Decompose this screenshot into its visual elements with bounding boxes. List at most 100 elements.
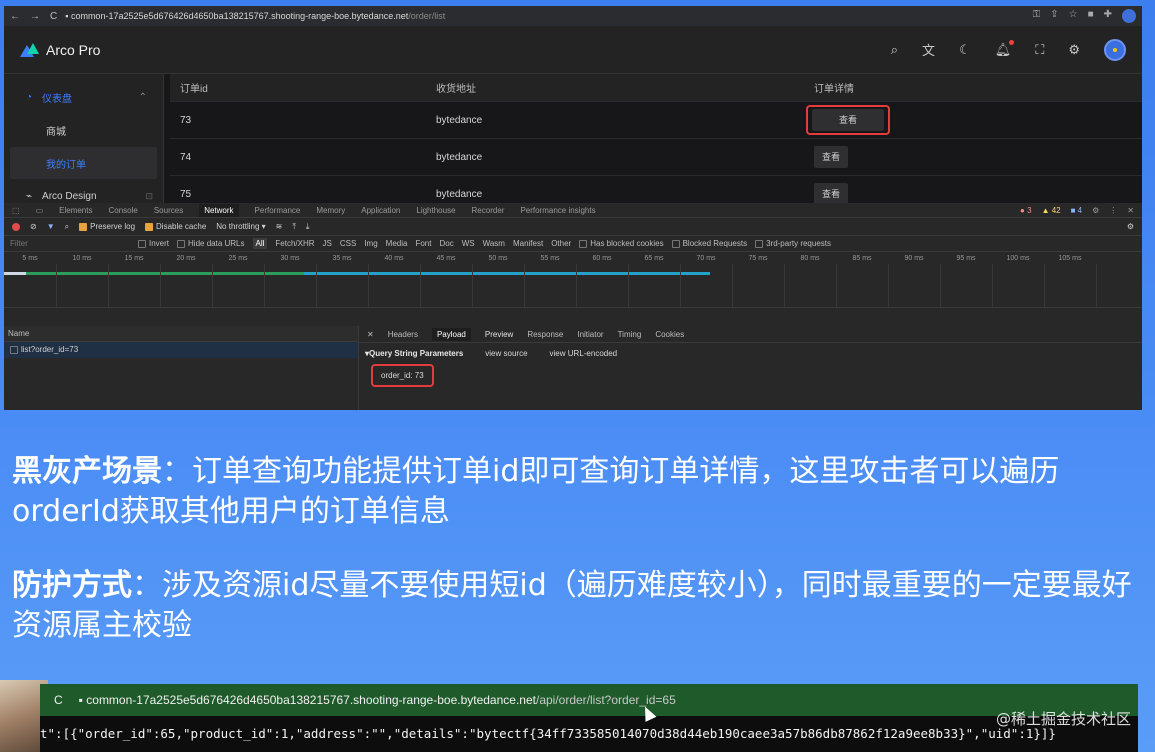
filter-media[interactable]: Media xyxy=(386,239,408,248)
view-button[interactable]: 查看 xyxy=(814,146,848,168)
sidebar-item-my-orders[interactable]: 我的订单 xyxy=(10,147,157,179)
key-icon[interactable]: ⚿ xyxy=(1033,9,1041,23)
disable-cache-checkbox[interactable]: Disable cache xyxy=(145,222,206,231)
view-button[interactable]: 查看 xyxy=(812,109,884,131)
col-details: 订单详情 xyxy=(814,84,854,95)
blocked-requests-checkbox[interactable]: Blocked Requests xyxy=(671,239,747,248)
download-icon[interactable]: ⤓ xyxy=(306,222,310,232)
details-cell: 查看 xyxy=(806,105,1142,135)
more-icon[interactable]: ⋮ xyxy=(1109,206,1117,215)
timeline-gridline xyxy=(940,264,941,307)
device-icon[interactable]: ▭ xyxy=(36,206,44,215)
tab-preview[interactable]: Preview xyxy=(485,330,513,339)
filter-ws[interactable]: WS xyxy=(462,239,475,248)
inspect-icon[interactable]: ⬚ xyxy=(12,206,20,215)
reload-icon[interactable]: C xyxy=(54,693,63,707)
tab-network[interactable]: Network xyxy=(199,203,239,217)
close-icon[interactable]: ✕ xyxy=(367,330,374,339)
filter-doc[interactable]: Doc xyxy=(439,239,453,248)
extension-icons: ⚿ ⇪ ☆ ■ ✚ xyxy=(1033,9,1136,23)
tab-memory[interactable]: Memory xyxy=(316,206,345,215)
network-toolbar: ⊘ ▼ ⌕ Preserve log Disable cache No thro… xyxy=(4,218,1142,236)
hide-data-urls-checkbox[interactable]: Hide data URLs xyxy=(177,239,245,248)
request-row[interactable]: list?order_id=73 xyxy=(4,342,358,358)
warning-count[interactable]: ▲ 42 xyxy=(1042,206,1061,215)
language-icon[interactable]: 文 xyxy=(922,40,935,59)
preserve-log-checkbox[interactable]: Preserve log xyxy=(79,222,135,231)
table-row: 73 bytedance 查看 xyxy=(170,102,1142,139)
blocked-cookies-checkbox[interactable]: Has blocked cookies xyxy=(579,239,664,248)
search-icon[interactable]: ⌕ xyxy=(891,42,898,58)
gear-icon[interactable]: ⚙ xyxy=(1127,222,1134,231)
view-button[interactable]: 查看 xyxy=(814,183,848,205)
puzzle-icon[interactable]: ✚ xyxy=(1104,9,1112,23)
tab-payload[interactable]: Payload xyxy=(431,327,471,341)
info-count[interactable]: ■ 4 xyxy=(1071,206,1083,215)
search-icon[interactable]: ⌕ xyxy=(65,222,69,232)
avatar[interactable] xyxy=(1104,38,1126,61)
name-column-header[interactable]: Name xyxy=(4,326,358,342)
error-count[interactable]: ● 3 xyxy=(1020,206,1032,215)
filter-manifest[interactable]: Manifest xyxy=(513,239,543,248)
tab-headers[interactable]: Headers xyxy=(388,330,418,339)
tab-sources[interactable]: Sources xyxy=(154,206,183,215)
gear-icon[interactable]: ⚙ xyxy=(1068,42,1080,58)
warning-count-value: 42 xyxy=(1051,205,1061,215)
network-timeline[interactable]: 5 ms 10 ms 15 ms 20 ms 25 ms 30 ms 35 ms 40 ms 4… xyxy=(4,252,1142,308)
reload-icon[interactable]: C xyxy=(50,11,57,22)
tab-elements[interactable]: Elements xyxy=(59,206,92,215)
invert-checkbox[interactable]: Invert xyxy=(138,239,169,248)
filter-js[interactable]: JS xyxy=(323,239,332,248)
third-party-checkbox[interactable]: 3rd-party requests xyxy=(755,239,831,248)
extension-icon[interactable]: ■ xyxy=(1088,9,1094,23)
filter-fetch-xhr[interactable]: Fetch/XHR xyxy=(275,239,314,248)
tab-console[interactable]: Console xyxy=(108,206,137,215)
filter-input[interactable]: Filter xyxy=(10,239,130,248)
view-url-encoded-link[interactable]: view URL-encoded xyxy=(550,349,618,358)
star-icon[interactable]: ☆ xyxy=(1069,9,1078,23)
protection-text: ：涉及资源id尽量不要使用短id（遍历难度较小），同时最重要的一定要最好资源属主… xyxy=(12,568,1132,643)
filter-font[interactable]: Font xyxy=(415,239,431,248)
filter-wasm[interactable]: Wasm xyxy=(483,239,505,248)
filter-img[interactable]: Img xyxy=(364,239,377,248)
filter-other[interactable]: Other xyxy=(551,239,571,248)
filter-icon[interactable]: ▼ xyxy=(47,222,55,231)
timeline-tick: 80 ms xyxy=(800,254,820,262)
timeline-gridline xyxy=(628,264,629,307)
filter-css[interactable]: CSS xyxy=(340,239,356,248)
gear-icon[interactable]: ⚙ xyxy=(1092,206,1099,215)
wifi-icon[interactable]: ≋ xyxy=(276,222,283,231)
tab-cookies[interactable]: Cookies xyxy=(655,330,684,339)
forward-icon[interactable]: → xyxy=(30,11,40,22)
view-source-link[interactable]: view source xyxy=(485,349,527,358)
back-icon[interactable]: ← xyxy=(10,11,20,22)
col-order-id: 订单id xyxy=(180,84,208,95)
tab-timing[interactable]: Timing xyxy=(618,330,642,339)
tab-response[interactable]: Response xyxy=(527,330,563,339)
qsp-title[interactable]: ▾Query String Parameters xyxy=(365,349,463,358)
tab-recorder[interactable]: Recorder xyxy=(472,206,505,215)
bell-icon[interactable]: 🔔︎ xyxy=(995,39,1014,58)
address-bar[interactable]: ▪ common-17a2525e5d676426d4650ba13821576… xyxy=(79,693,676,707)
tab-initiator[interactable]: Initiator xyxy=(577,330,603,339)
tab-lighthouse[interactable]: Lighthouse xyxy=(416,206,455,215)
share-icon[interactable]: ⇪ xyxy=(1050,9,1058,23)
timeline-tick: 60 ms xyxy=(592,254,612,262)
tab-application[interactable]: Application xyxy=(361,206,400,215)
filter-all[interactable]: All xyxy=(252,238,268,249)
throttle-select[interactable]: No throttling ▾ xyxy=(216,222,265,231)
tab-performance-insights[interactable]: Performance insights xyxy=(520,206,595,215)
clear-icon[interactable]: ⊘ xyxy=(30,222,37,231)
tab-performance[interactable]: Performance xyxy=(255,206,301,215)
address-bar[interactable]: ▪ common-17a2525e5d676426d4650ba13821576… xyxy=(65,11,1024,21)
protection-paragraph: 防护方式：涉及资源id尽量不要使用短id（遍历难度较小），同时最重要的一定要最好… xyxy=(12,566,1132,646)
moon-icon[interactable]: ☾ xyxy=(959,42,971,58)
upload-icon[interactable]: ⤒ xyxy=(292,222,296,232)
sidebar-item-mall[interactable]: 商城 xyxy=(10,114,157,146)
fullscreen-icon[interactable]: ⛶ xyxy=(1035,42,1044,58)
sidebar-item-dashboard[interactable]: ◔ 仪表盘 ⌃ xyxy=(10,81,157,113)
scenario-heading: 黑灰产场景 xyxy=(12,454,162,489)
profile-icon[interactable] xyxy=(1122,9,1136,23)
record-icon[interactable] xyxy=(12,222,20,231)
close-icon[interactable]: ✕ xyxy=(1127,206,1134,215)
